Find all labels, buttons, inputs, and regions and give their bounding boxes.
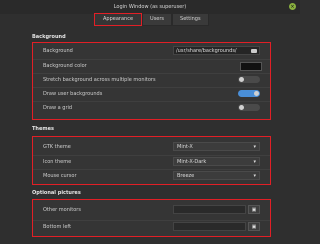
toggle-knob <box>239 105 244 110</box>
bottom-left-file-field[interactable] <box>173 222 246 231</box>
bottom-left-browse-icon[interactable]: ▣ <box>248 222 260 231</box>
tab-settings[interactable]: Settings <box>172 13 209 26</box>
tab-users[interactable]: Users <box>142 13 173 26</box>
row-bottom-left: Bottom left ▣ <box>33 220 270 233</box>
toggle-knob <box>239 77 244 82</box>
section-optional-pictures-title: Optional pictures <box>32 190 81 196</box>
row-other-monitors: Other monitors ▣ <box>33 204 270 216</box>
folder-picker-icon[interactable] <box>251 49 257 53</box>
mouse-cursor-select[interactable]: Breeze ▾ <box>173 171 260 180</box>
gtk-theme-value: Mint-X <box>177 144 193 150</box>
toggle-knob <box>254 91 259 96</box>
draw-user-backgrounds-toggle[interactable] <box>238 90 260 97</box>
row-gtk-theme-label: GTK theme <box>43 144 71 150</box>
tab-bar: Appearance Users Settings <box>94 13 209 26</box>
background-panel: Background /usr/share/backgrounds/ Backg… <box>32 42 271 120</box>
icon-theme-value: Mint-X-Dark <box>177 159 207 165</box>
section-themes-title: Themes <box>32 126 54 132</box>
window-title: Login Window (as superuser) <box>113 4 187 10</box>
tab-appearance[interactable]: Appearance <box>94 13 143 26</box>
row-bottom-left-label: Bottom left <box>43 224 72 230</box>
background-color-swatch[interactable] <box>240 62 262 71</box>
stretch-background-toggle[interactable] <box>238 76 260 83</box>
background-path-field[interactable]: /usr/share/backgrounds/ <box>173 46 260 55</box>
row-mouse-cursor-label: Mouse cursor <box>43 173 77 179</box>
themes-panel: GTK theme Mint-X ▾ Icon theme Mint-X-Dar… <box>32 136 271 185</box>
chevron-down-icon: ▾ <box>253 159 256 165</box>
row-draw-user-backgrounds-label: Draw user backgrounds <box>43 91 103 97</box>
window-titlebar: Login Window (as superuser) × <box>0 0 300 14</box>
gtk-theme-select[interactable]: Mint-X ▾ <box>173 142 260 151</box>
optional-pictures-panel: Other monitors ▣ Bottom left ▣ <box>32 199 271 237</box>
row-other-monitors-label: Other monitors <box>43 207 81 213</box>
row-draw-grid-label: Draw a grid <box>43 105 73 111</box>
row-icon-theme: Icon theme Mint-X-Dark ▾ <box>33 155 270 168</box>
icon-theme-select[interactable]: Mint-X-Dark ▾ <box>173 157 260 166</box>
row-draw-user-backgrounds: Draw user backgrounds <box>33 87 270 100</box>
row-background: Background /usr/share/backgrounds/ <box>33 45 270 57</box>
mouse-cursor-value: Breeze <box>177 173 195 179</box>
row-mouse-cursor: Mouse cursor Breeze ▾ <box>33 169 270 182</box>
background-path-value: /usr/share/backgrounds/ <box>176 48 237 54</box>
row-icon-theme-label: Icon theme <box>43 159 72 165</box>
row-draw-grid: Draw a grid <box>33 101 270 114</box>
row-background-label: Background <box>43 48 73 54</box>
draw-grid-toggle[interactable] <box>238 104 260 111</box>
chevron-down-icon: ▾ <box>253 173 256 179</box>
other-monitors-browse-icon[interactable]: ▣ <box>248 205 260 214</box>
close-icon[interactable]: × <box>289 3 296 10</box>
row-stretch-background-label: Stretch background across multiple monit… <box>43 77 156 83</box>
row-background-color-label: Background color <box>43 63 87 69</box>
section-background-title: Background <box>32 34 66 40</box>
row-gtk-theme: GTK theme Mint-X ▾ <box>33 141 270 153</box>
chevron-down-icon: ▾ <box>253 144 256 150</box>
row-stretch-background: Stretch background across multiple monit… <box>33 73 270 86</box>
main-content: Background Background /usr/share/backgro… <box>0 26 300 244</box>
other-monitors-file-field[interactable] <box>173 205 246 214</box>
row-background-color: Background color <box>33 59 270 72</box>
